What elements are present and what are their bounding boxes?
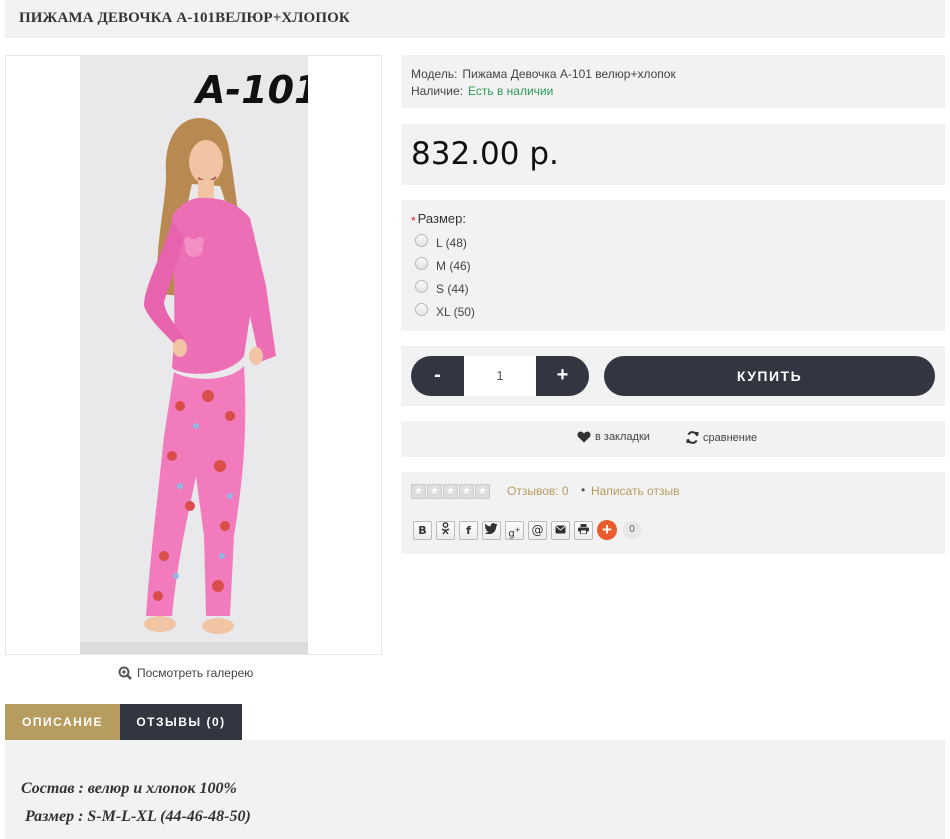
size-radio[interactable] [415,303,428,316]
quantity-increase-button[interactable]: + [536,356,589,396]
email-share-icon[interactable] [551,520,570,540]
write-review-link[interactable]: Написать отзыв [591,484,679,498]
composition-text: Состав : велюр и хлопок 100% [21,780,237,797]
size-option-m[interactable]: M (46) [415,254,935,277]
star-icon: ★ [443,484,458,499]
print-share-icon[interactable] [574,520,593,540]
share-count: 0 [623,521,641,539]
star-icon: ★ [411,484,426,499]
star-icon: ★ [475,484,490,499]
facebook-share-icon[interactable]: f [459,520,478,540]
wishlist-label: в закладки [595,431,650,443]
size-options-panel: * Размер: L (48) M (46) S (44) XL (50) [401,200,945,331]
size-option-heading: * Размер: [411,211,935,228]
product-price: 832.00 р. [411,136,559,172]
model-label: Модель: [411,67,458,81]
model-row: Модель: Пижама Девочка А-101 велюр+хлопок [411,66,935,83]
required-mark: * [411,214,416,228]
add-to-compare-link[interactable]: сравнение [686,431,757,444]
size-radio[interactable] [415,280,428,293]
stock-status: Есть в наличии [468,84,554,98]
purchase-panel: - 1 + КУПИТЬ [401,346,945,406]
rating-stars: ★ ★ ★ ★ ★ [411,484,490,499]
more-share-icon[interactable]: + [597,520,617,540]
quantity-input[interactable]: 1 [464,356,536,396]
product-info-panel: Модель: Пижама Девочка А-101 велюр+хлопок… [401,55,945,108]
product-image-box[interactable]: A-101 [5,55,382,655]
size-option-label: S (44) [436,281,469,296]
refresh-icon [686,431,699,444]
share-buttons: В f g+ @ + 0 [413,520,641,540]
wishlist-compare-panel: в закладки сравнение [401,421,945,457]
tab-reviews[interactable]: ОТЗЫВЫ (0) [120,704,242,740]
page-title: ПИЖАМА ДЕВОЧКА А-101ВЕЛЮР+ХЛОПОК [19,10,350,26]
size-label: Размер: [417,211,466,226]
star-icon: ★ [427,484,442,499]
compare-label: сравнение [703,431,758,444]
stock-row: Наличие: Есть в наличии [411,83,935,100]
buy-button[interactable]: КУПИТЬ [604,356,935,396]
reviews-count-link[interactable]: Отзывов: 0 [507,484,569,498]
size-option-label: L (48) [436,235,467,250]
view-gallery-link[interactable]: Посмотреть галерею [118,666,253,680]
stock-label: Наличие: [411,84,464,98]
size-option-label: XL (50) [436,304,475,319]
size-option-label: M (46) [436,258,471,273]
vkontakte-share-icon[interactable]: В [413,520,432,540]
size-radio[interactable] [415,257,428,270]
size-radio[interactable] [415,234,428,247]
product-photo[interactable]: A-101 [80,56,308,654]
heart-icon [577,431,591,443]
model-value: Пижама Девочка А-101 велюр+хлопок [462,67,676,81]
sizes-text: Размер : S-M-L-XL (44-46-48-50) [25,808,251,825]
star-icon: ★ [459,484,474,499]
size-option-s[interactable]: S (44) [415,277,935,300]
size-option-l[interactable]: L (48) [415,231,935,254]
view-gallery-label: Посмотреть галерею [137,666,254,680]
quantity-decrease-button[interactable]: - [411,356,464,396]
add-to-wishlist-link[interactable]: в закладки [577,431,650,443]
reviews-separator: • [581,483,586,497]
twitter-share-icon[interactable] [482,520,501,540]
image-model-caption: A-101 [193,68,308,112]
tab-description[interactable]: ОПИСАНИЕ [5,704,120,740]
zoom-in-icon [118,666,132,680]
description-content: Состав : велюр и хлопок 100% Размер : S-… [5,740,945,839]
quantity-stepper: - 1 + [411,356,589,396]
odnoklassniki-share-icon[interactable] [436,520,455,540]
product-tabs: ОПИСАНИЕ ОТЗЫВЫ (0) [5,704,242,740]
product-title-bar: ПИЖАМА ДЕВОЧКА А-101ВЕЛЮР+ХЛОПОК [5,0,945,38]
size-option-xl[interactable]: XL (50) [415,300,935,323]
google-plus-share-icon[interactable]: g+ [505,520,524,540]
reviews-share-panel: ★ ★ ★ ★ ★ Отзывов: 0 • Написать отзыв В … [401,472,945,554]
mail-ru-share-icon[interactable]: @ [528,520,547,540]
price-panel: 832.00 р. [401,124,945,185]
